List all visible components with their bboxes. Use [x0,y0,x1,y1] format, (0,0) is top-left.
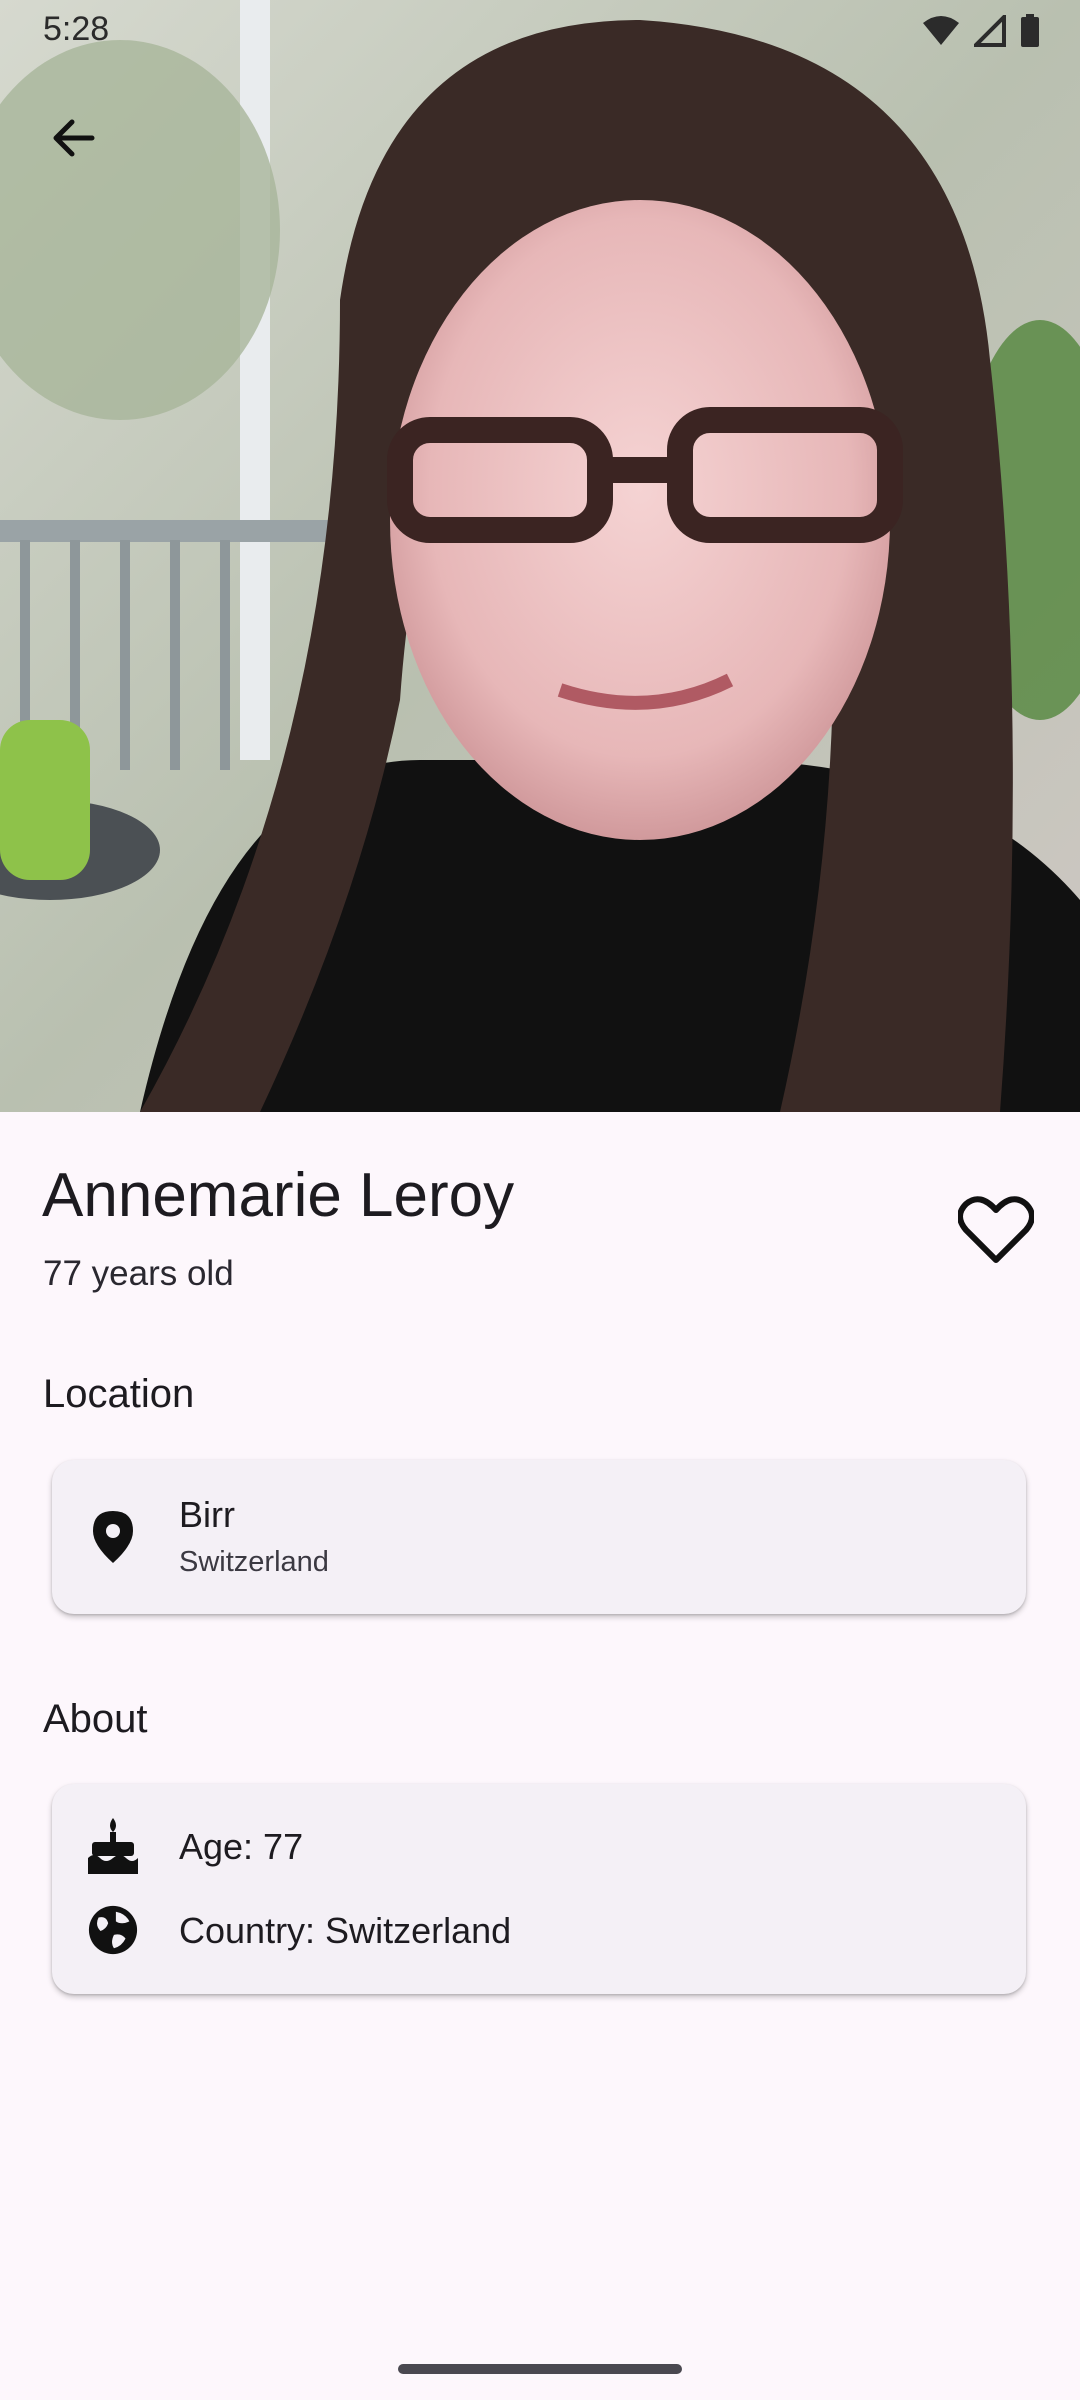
profile-name: Annemarie Leroy [42,1161,515,1230]
about-country: Country: Switzerland [179,1910,512,1951]
favorite-button[interactable] [950,1186,1042,1278]
location-country: Switzerland [179,1546,329,1578]
profile-age: 77 years old [43,1254,234,1293]
about-title: About [43,1697,148,1741]
cake-icon [87,1818,139,1874]
cell-signal-icon [971,12,1006,52]
profile-photo [0,0,1080,1112]
location-pin-icon [87,1511,139,1563]
about-card: Age: 77 Country: Switzerland [52,1784,1026,1994]
globe-icon [87,1904,139,1956]
location-city: Birr [179,1494,235,1535]
battery-icon [1020,14,1040,53]
wifi-icon [922,15,960,52]
arrow-back-icon [50,114,98,167]
status-bar: 5:28 [0,0,1080,64]
about-age: Age: 77 [179,1826,304,1867]
status-icons [922,12,1040,53]
home-gesture-bar[interactable] [398,2364,682,2374]
heart-outline-icon [957,1195,1035,1269]
back-button[interactable] [30,96,118,184]
location-card: Birr Switzerland [52,1460,1026,1614]
location-title: Location [43,1372,195,1416]
status-time: 5:28 [43,10,110,48]
